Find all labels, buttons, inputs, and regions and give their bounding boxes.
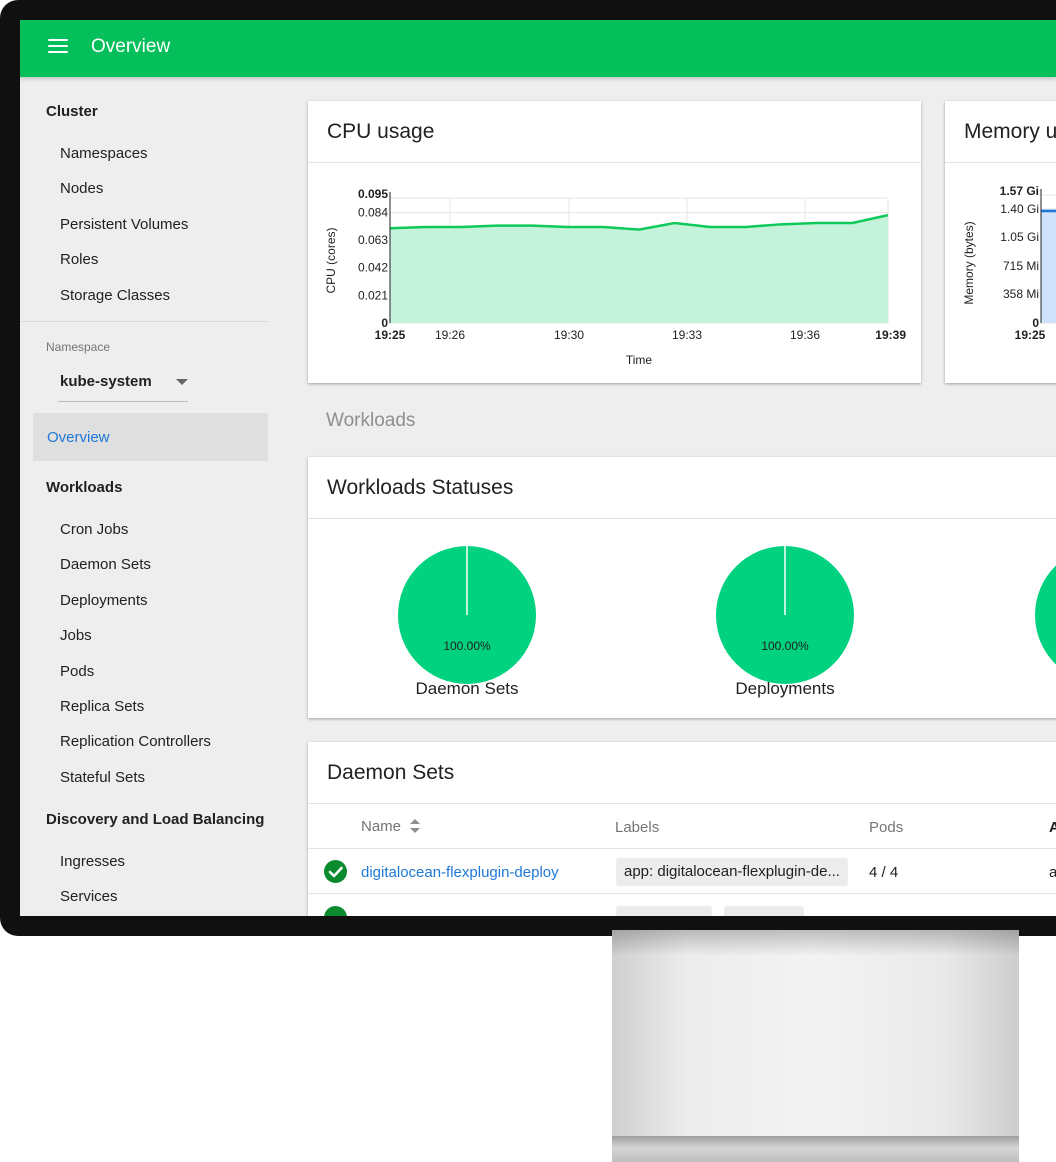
sidebar-item-services[interactable]: Services (60, 888, 118, 905)
pie-label-daemon-sets: Daemon Sets (415, 679, 519, 698)
success-check-icon (324, 906, 347, 916)
card-divider (308, 803, 1056, 804)
memory-usage-card: Memory u 0 358 Mi 715 Mi 1.05 Gi 1.40 Gi 1.57… (945, 101, 1056, 383)
monitor-stand-base (612, 1136, 1019, 1162)
hamburger-menu-icon[interactable] (48, 39, 68, 55)
namespace-selected-value: kube-system (60, 373, 152, 390)
y-tick-label: 1.05 Gi (1000, 230, 1039, 244)
pie-percent-label: 100.00% (443, 639, 491, 653)
y-tick-label: 0.021 (358, 288, 388, 302)
sidebar-item-roles[interactable]: Roles (60, 251, 98, 268)
y-tick-label: 0.042 (358, 261, 388, 275)
sidebar-item-overview[interactable]: Overview (33, 413, 268, 461)
y-tick-label: 0.095 (358, 187, 388, 201)
daemon-set-name-link[interactable]: digitalocean-flexplugin-deploy (361, 864, 559, 881)
sidebar-item-cron-jobs[interactable]: Cron Jobs (60, 521, 128, 538)
sidebar-item-replica-sets[interactable]: Replica Sets (60, 698, 144, 715)
x-tick-label: 19:39 (875, 328, 906, 342)
cpu-usage-chart: 00.0210.0420.0630.0840.09519:25 19:26 19:3… (324, 187, 906, 367)
x-tick-label: 19:30 (554, 328, 584, 342)
age-cell: a (1049, 864, 1056, 881)
x-tick-label: 19:33 (672, 328, 702, 342)
top-app-bar: Overview (20, 20, 1056, 77)
sidebar-header-workloads[interactable]: Workloads (46, 479, 122, 496)
sidebar-item-namespaces[interactable]: Namespaces (60, 145, 148, 162)
sort-icon (410, 819, 421, 833)
table-row-divider (308, 893, 1056, 894)
sidebar-item-nodes[interactable]: Nodes (60, 180, 103, 197)
pods-count: 4 / 4 (869, 864, 899, 881)
column-header-age: A (1049, 819, 1056, 836)
label-chip: app: digitalocean-flexplugin-de... (616, 858, 848, 886)
x-tick-label: 19:25 (1015, 328, 1046, 342)
page-title: Overview (91, 36, 171, 57)
pie-label-deployments: Deployments (735, 679, 835, 698)
sidebar-item-stateful-sets[interactable]: Stateful Sets (60, 769, 145, 786)
pie-slice (1035, 565, 1056, 665)
table-header-divider (308, 848, 1056, 849)
y-tick-label: 358 Mi (1003, 287, 1039, 301)
sidebar-item-ingresses[interactable]: Ingresses (60, 853, 125, 870)
column-header-labels: Labels (615, 819, 660, 836)
x-tick-label: 19:36 (790, 328, 820, 342)
y-axis-title: Memory (bytes) (962, 221, 976, 304)
y-tick-label: 0.063 (358, 233, 388, 247)
sidebar-item-replication-controllers[interactable]: Replication Controllers (60, 733, 211, 750)
sidebar-item-deployments[interactable]: Deployments (60, 592, 148, 609)
column-header-name[interactable]: Name (361, 818, 421, 835)
namespace-caption: Namespace (46, 340, 111, 354)
monitor-stand (612, 930, 1019, 1162)
sidebar-item-overview-label: Overview (47, 429, 110, 446)
y-tick-label: 0.084 (358, 205, 388, 219)
sidebar-header-discovery[interactable]: Discovery and Load Balancing (46, 811, 264, 828)
success-check-icon (324, 860, 347, 883)
memory-area-fill (1041, 209, 1056, 323)
label-chip-placeholder (616, 906, 712, 916)
sidebar: Cluster Namespaces Nodes Persistent Volu… (20, 77, 268, 916)
pie-percent-label: 100.00% (761, 639, 809, 653)
cpu-area-fill (390, 215, 888, 323)
monitor-stand-shadow (612, 930, 1019, 956)
sidebar-item-daemon-sets[interactable]: Daemon Sets (60, 556, 151, 573)
sidebar-divider (20, 321, 268, 322)
x-axis-title: Time (626, 353, 653, 367)
workloads-section-label: Workloads (326, 410, 416, 431)
memory-usage-chart: 0358 Mi715 Mi1.05 Gi1.40 Gi1.57 Gi19:25M… (962, 184, 1056, 342)
column-header-pods: Pods (869, 819, 904, 836)
x-tick-label: 19:26 (435, 328, 465, 342)
cpu-usage-card: CPU usage 0 0.021 0.042 0.063 0.084 0.095 19:2… (308, 101, 921, 383)
workloads-statuses-card: Workloads Statuses 100.00% 100.00% Daemon… (308, 457, 1056, 718)
sidebar-item-storage-classes[interactable]: Storage Classes (60, 287, 170, 304)
y-axis-title: CPU (cores) (324, 227, 338, 293)
sidebar-item-jobs[interactable]: Jobs (60, 627, 92, 644)
y-tick-label: 1.40 Gi (1000, 202, 1039, 216)
sidebar-item-pods[interactable]: Pods (60, 663, 94, 680)
namespace-select[interactable]: kube-system (58, 367, 188, 402)
x-tick-label: 19:25 (375, 328, 406, 342)
screen: Overview Cluster Namespaces Nodes Persis… (20, 20, 1056, 916)
label-chip-placeholder (724, 906, 804, 916)
column-header-name-label: Name (361, 818, 402, 835)
sidebar-header-cluster: Cluster (46, 103, 98, 120)
daemon-sets-card: Daemon Sets Name Labels Pods A digitaloc… (308, 742, 1056, 916)
dropdown-arrow-icon (176, 379, 188, 385)
y-tick-label: 1.57 Gi (1000, 184, 1039, 198)
y-tick-label: 715 Mi (1003, 259, 1039, 273)
sidebar-item-persistent-volumes[interactable]: Persistent Volumes (60, 216, 188, 233)
daemon-sets-card-title: Daemon Sets (327, 761, 455, 784)
